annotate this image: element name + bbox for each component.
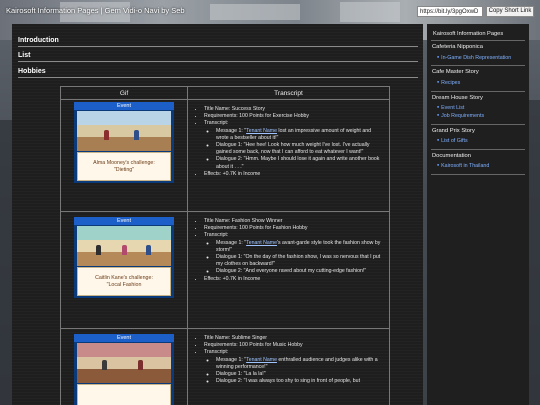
event-banner: Event — [74, 102, 174, 110]
event-gif: Event — [74, 334, 174, 405]
sidebar-link-event-list[interactable]: Event List — [437, 105, 464, 111]
copy-short-link-button[interactable]: Copy Short Link — [486, 6, 534, 17]
tenant-name-link[interactable]: Tenant Name — [246, 357, 277, 363]
event-gif: Event Alma Mooney's challenge: "Dieting" — [74, 102, 174, 183]
sidebar-link-kairosoft-in-thailand[interactable]: Kairosoft in Thailand — [437, 163, 489, 169]
event-caption: Caitlin Kane's challenge: "Local Fashion — [77, 267, 171, 296]
sidebar-group-cafe-master-story: Cafe Master Story — [432, 69, 479, 75]
top-bar: Kairosoft Information Pages | Gem Vidi-o… — [0, 0, 540, 22]
hobbies-table: Gif Transcript Event Alma Mooney's chall… — [60, 86, 390, 405]
sidebar-link-job-requirements[interactable]: Job Requirements — [437, 113, 484, 119]
table-row: Event Caitlin Kane's challenge: "Local F… — [60, 211, 390, 329]
transcript-cell: Title Name: Fashion Show Winner Requirem… — [187, 211, 390, 329]
event-gif: Event Caitlin Kane's challenge: "Local F… — [74, 217, 174, 298]
tenant-name-link[interactable]: Tenant Name — [246, 240, 277, 246]
sidebar-link-list-of-gifts[interactable]: List of Gifts — [437, 138, 468, 144]
event-caption: Alma Mooney's challenge: "Dieting" — [77, 152, 171, 181]
short-url-field[interactable]: https://bit.ly/3pgOxwD — [417, 6, 483, 17]
sidebar-group-grand-prix-story: Grand Prix Story — [432, 128, 475, 134]
transcript-cell: Title Name: Sublime Singer Requirements:… — [187, 328, 390, 405]
sidebar: Kairosoft Information Pages Cafeteria Ni… — [427, 24, 529, 405]
sidebar-group-cafeteria-nipponica: Cafeteria Nipponica — [432, 44, 483, 50]
column-header-transcript: Transcript — [187, 86, 390, 100]
event-caption — [77, 384, 171, 405]
main-content: Introduction List Hobbies Gif Transcript… — [12, 24, 423, 405]
transcript-cell: Title Name: Success Story Requirements: … — [187, 99, 390, 212]
section-hobbies[interactable]: Hobbies — [18, 68, 418, 78]
sidebar-link-in-game-dish[interactable]: In-Game Dish Representation — [437, 55, 511, 61]
section-list[interactable]: List — [18, 52, 418, 62]
sidebar-group-dream-house-story: Dream House Story — [432, 95, 483, 101]
event-banner: Event — [74, 334, 174, 342]
sidebar-group-documentation: Documentation — [432, 153, 471, 159]
site-title[interactable]: Kairosoft Information Pages | Gem Vidi-o… — [6, 6, 185, 15]
sidebar-link-recipes[interactable]: Recipes — [437, 80, 460, 86]
event-banner: Event — [74, 217, 174, 225]
sidebar-heading: Kairosoft Information Pages — [433, 31, 504, 37]
table-row: Event Alma Mooney's challenge: "Dieting"… — [60, 99, 390, 212]
section-introduction[interactable]: Introduction — [18, 37, 418, 47]
column-header-gif: Gif — [60, 86, 188, 100]
tenant-name-link[interactable]: Tenant Name — [246, 128, 277, 134]
table-row: Event Title Name: Sublime Singer Require… — [60, 328, 390, 405]
